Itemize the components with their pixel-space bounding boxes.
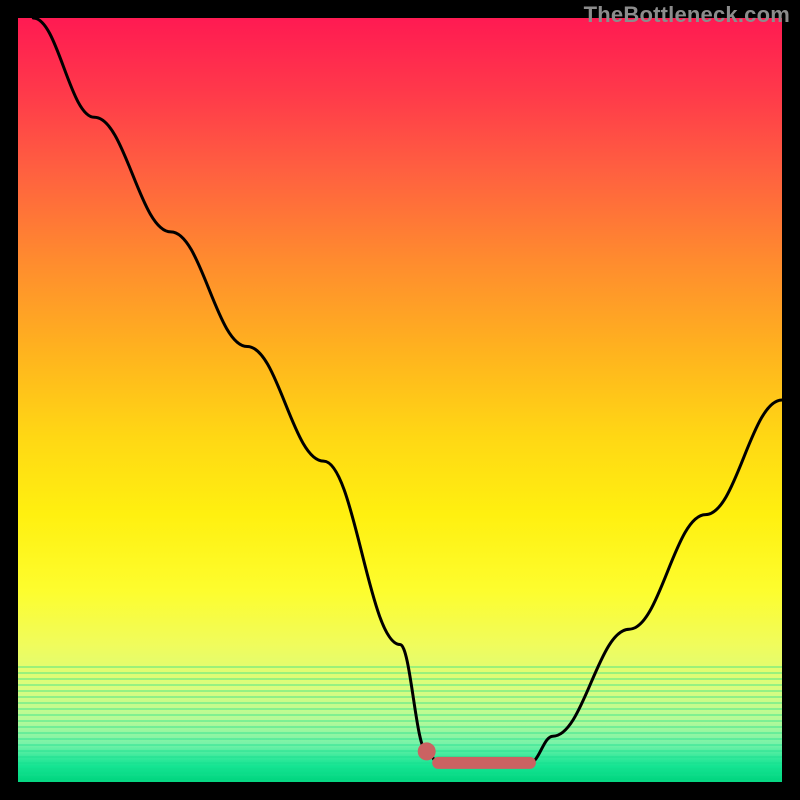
current-point-marker <box>418 742 436 760</box>
chart-frame: TheBottleneck.com <box>0 0 800 800</box>
chart-svg <box>18 18 782 782</box>
watermark-text: TheBottleneck.com <box>584 2 790 28</box>
chart-plot-area <box>18 18 782 782</box>
bottleneck-curve <box>33 18 782 767</box>
